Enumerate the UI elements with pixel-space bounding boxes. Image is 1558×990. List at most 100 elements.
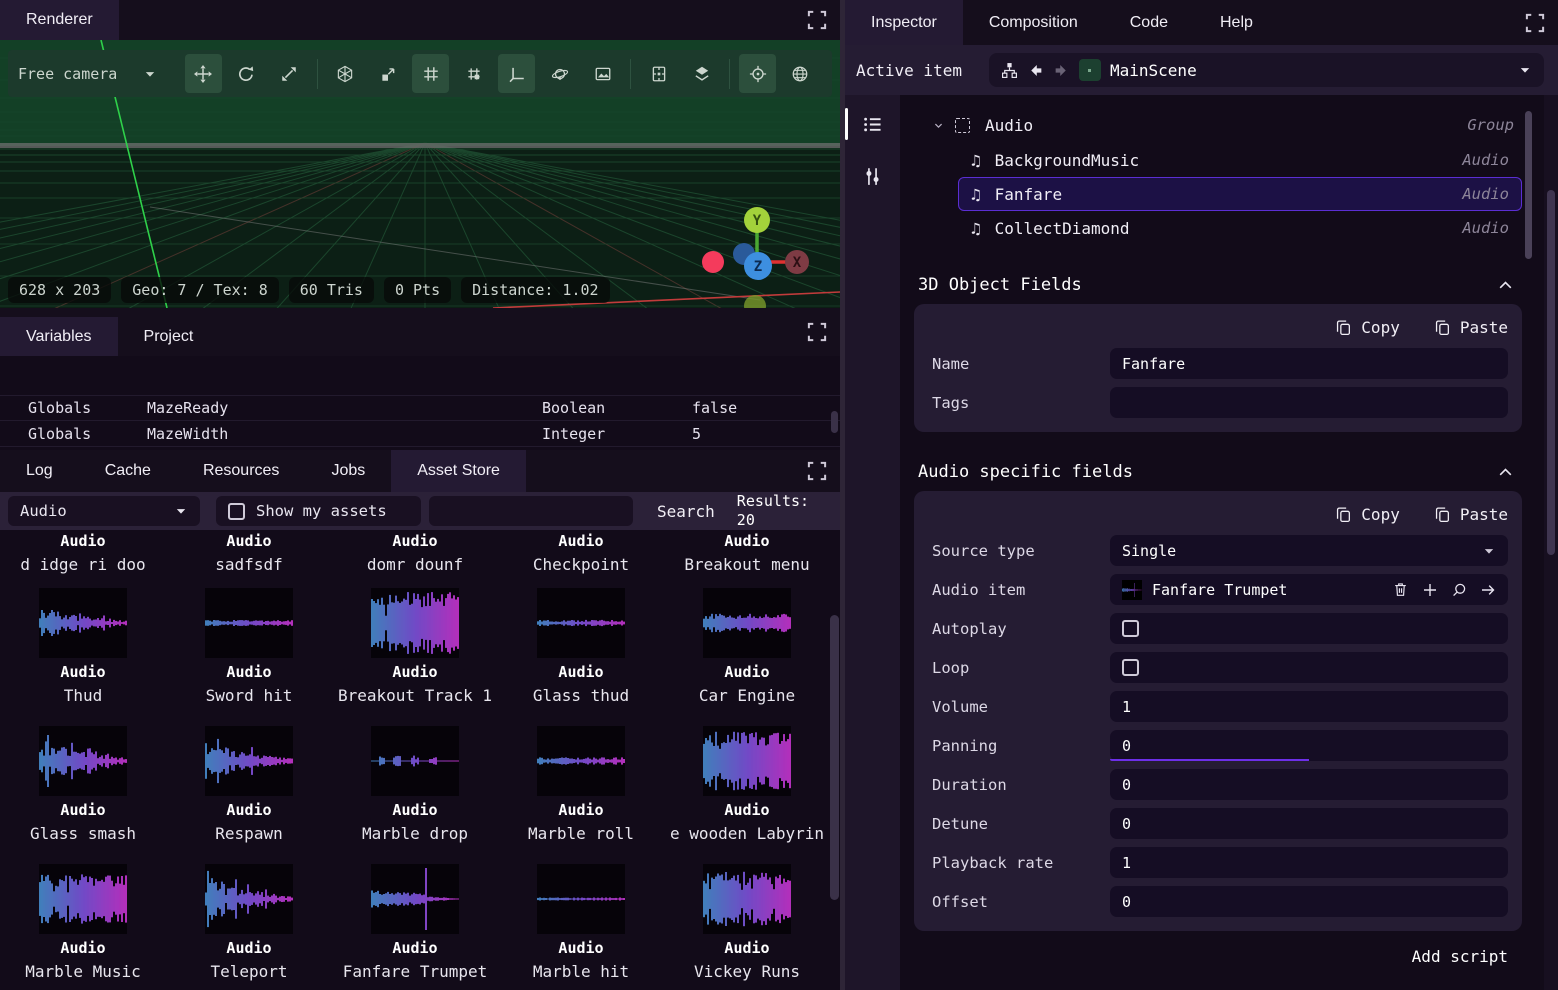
frame-selection-icon[interactable] <box>640 54 677 93</box>
asset-card[interactable]: AudioVickey Runs <box>664 864 830 981</box>
tab-renderer[interactable]: Renderer <box>0 0 119 40</box>
trash-icon[interactable] <box>1392 581 1409 598</box>
axes-icon[interactable] <box>498 54 535 93</box>
tags-input[interactable] <box>1110 387 1508 418</box>
tree-item-backgroundmusic[interactable]: ♫BackgroundMusicAudio <box>958 143 1522 177</box>
viewport-3d[interactable]: YXZ Free camera 628 x 203Geo: 7 / Tex: 8… <box>0 40 840 308</box>
tab-project[interactable]: Project <box>118 317 220 356</box>
variable-row[interactable]: GlobalsMazeReadyBooleanfalse <box>0 395 840 421</box>
layers-icon[interactable] <box>683 54 720 93</box>
hierarchy-icon[interactable] <box>1001 62 1018 79</box>
copy-button[interactable]: Copy <box>1335 318 1400 337</box>
volume-input[interactable]: 1 <box>1110 691 1508 722</box>
history-forward-icon[interactable] <box>1053 62 1070 79</box>
loop-field[interactable] <box>1110 652 1508 683</box>
globe-icon[interactable] <box>782 54 819 93</box>
snap-translate-icon[interactable] <box>370 54 407 93</box>
asset-card[interactable]: AudioGlass smash <box>0 726 166 843</box>
collapse-section-icon[interactable] <box>1497 464 1514 481</box>
camera-mode-dropdown[interactable]: Free camera <box>18 65 168 83</box>
tab-help[interactable]: Help <box>1194 0 1279 45</box>
variable-row[interactable]: GlobalsMazeWidthInteger5 <box>0 421 840 447</box>
playback-rate-input[interactable]: 1 <box>1110 847 1508 878</box>
arrow-right-icon[interactable] <box>1480 582 1496 598</box>
detune-input[interactable]: 0 <box>1110 808 1508 839</box>
asset-card[interactable]: AudioCar Engine <box>664 588 830 705</box>
paste-button[interactable]: Paste <box>1434 505 1508 524</box>
offset-input[interactable]: 0 <box>1110 886 1508 917</box>
rotate-tool-icon[interactable] <box>228 54 265 93</box>
tree-scrollbar[interactable] <box>1525 111 1532 259</box>
asset-card[interactable]: AudioFanfare Trumpet <box>332 864 498 981</box>
asset-grid-scrollbar[interactable] <box>830 615 839 900</box>
asset-category-dropdown[interactable]: Audio <box>8 496 200 526</box>
tab-variables[interactable]: Variables <box>0 317 118 356</box>
tree-item-collectdiamond[interactable]: ♫CollectDiamondAudio <box>958 211 1522 245</box>
asset-card[interactable]: Audiodomr dounf <box>332 532 498 574</box>
asset-card[interactable]: Audiod idge ri doo <box>0 532 166 574</box>
tab-code[interactable]: Code <box>1104 0 1194 45</box>
tab-composition[interactable]: Composition <box>963 0 1104 45</box>
tab-inspector[interactable]: Inspector <box>845 0 963 45</box>
autoplay-field[interactable] <box>1110 613 1508 644</box>
asset-card[interactable]: AudioBreakout Track 1 <box>332 588 498 705</box>
show-my-assets-checkbox[interactable] <box>228 503 245 520</box>
fullscreen-icon[interactable] <box>1524 12 1546 34</box>
fullscreen-icon[interactable] <box>806 9 828 31</box>
plus-icon[interactable] <box>1422 582 1438 598</box>
duration-input[interactable]: 0 <box>1110 769 1508 800</box>
asset-card[interactable]: AudioCheckpoint <box>498 532 664 574</box>
fullscreen-icon[interactable] <box>806 321 828 343</box>
tab-resources[interactable]: Resources <box>177 450 305 492</box>
image-icon[interactable] <box>584 54 621 93</box>
history-back-icon[interactable] <box>1027 62 1044 79</box>
focus-target-icon[interactable] <box>739 54 776 93</box>
asset-card[interactable]: AudioMarble drop <box>332 726 498 843</box>
loop-checkbox[interactable] <box>1122 659 1139 676</box>
grid-icon[interactable] <box>412 54 449 93</box>
inspector-scrollbar-track[interactable] <box>1544 95 1558 990</box>
grid-snap-icon[interactable] <box>455 54 492 93</box>
asset-card[interactable]: AudioRespawn <box>166 726 332 843</box>
search-button[interactable]: Search <box>657 502 715 521</box>
tree-item-fanfare[interactable]: ♫FanfareAudio <box>958 177 1522 211</box>
tree-expander-icon[interactable] <box>932 119 945 132</box>
copy-button[interactable]: Copy <box>1335 505 1400 524</box>
tab-jobs[interactable]: Jobs <box>305 450 391 492</box>
active-item-selector[interactable]: MainScene <box>989 53 1544 87</box>
sliders-icon[interactable] <box>854 157 892 195</box>
autoplay-checkbox[interactable] <box>1122 620 1139 637</box>
asset-card[interactable]: AudioTeleport <box>166 864 332 981</box>
name-input[interactable]: Fanfare <box>1110 348 1508 379</box>
asset-card[interactable]: AudioGlass thud <box>498 588 664 705</box>
tab-log[interactable]: Log <box>0 450 79 492</box>
asset-card[interactable]: AudioMarble hit <box>498 864 664 981</box>
inspector-scrollbar-thumb[interactable] <box>1547 190 1555 555</box>
outline-list-icon[interactable] <box>854 105 892 143</box>
asset-card[interactable]: AudioBreakout menu <box>664 532 830 574</box>
search-icon[interactable] <box>1451 582 1467 598</box>
asset-card[interactable]: Audiosadfsdf <box>166 532 332 574</box>
asset-search-input[interactable] <box>429 496 633 526</box>
asset-card[interactable]: AudioMarble roll <box>498 726 664 843</box>
scale-tool-icon[interactable] <box>271 54 308 93</box>
move-tool-icon[interactable] <box>185 54 222 93</box>
variables-scrollbar[interactable] <box>831 411 838 433</box>
asset-card[interactable]: AudioThud <box>0 588 166 705</box>
orbit-gizmo-icon[interactable] <box>541 54 578 93</box>
show-my-assets-toggle[interactable]: Show my assets <box>216 496 421 526</box>
add-script-button[interactable]: Add script <box>906 947 1508 966</box>
fullscreen-icon[interactable] <box>806 460 828 482</box>
asset-card[interactable]: Audioe wooden Labyrin <box>664 726 830 843</box>
tree-item-audio[interactable]: AudioGroup <box>906 107 1534 143</box>
paste-button[interactable]: Paste <box>1434 318 1508 337</box>
tab-cache[interactable]: Cache <box>79 450 177 492</box>
collapse-section-icon[interactable] <box>1497 277 1514 294</box>
source-type-dropdown[interactable]: Single <box>1110 535 1508 566</box>
panning-input[interactable]: 0 <box>1110 730 1508 761</box>
audio-item-reference[interactable]: Fanfare Trumpet <box>1110 574 1508 605</box>
tab-asset-store[interactable]: Asset Store <box>391 450 526 492</box>
wireframe-cube-icon[interactable] <box>327 54 364 93</box>
asset-card[interactable]: AudioSword hit <box>166 588 332 705</box>
asset-card[interactable]: AudioMarble Music <box>0 864 166 981</box>
